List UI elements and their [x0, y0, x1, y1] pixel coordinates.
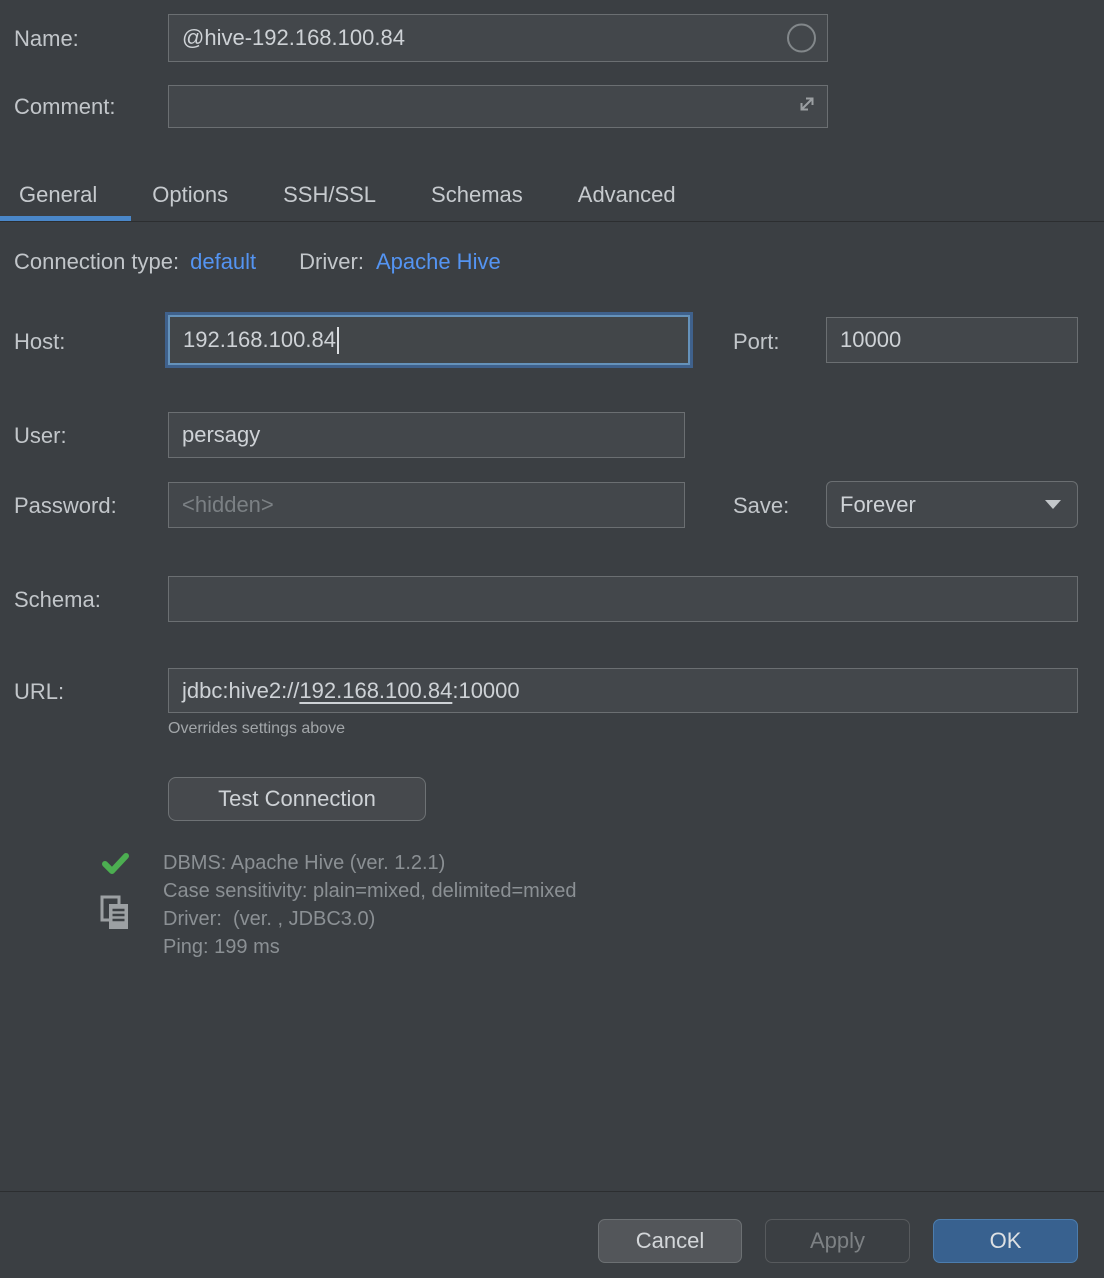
apply-button[interactable]: Apply	[765, 1219, 910, 1263]
driver-label: Driver:	[299, 249, 364, 275]
tab-options[interactable]: Options	[152, 182, 228, 208]
schema-label: Schema:	[14, 587, 101, 613]
result-driver: Driver: (ver. , JDBC3.0)	[163, 905, 577, 933]
comment-label: Comment:	[14, 94, 115, 120]
user-label: User:	[14, 423, 67, 449]
tab-ssh-ssl[interactable]: SSH/SSL	[283, 182, 376, 208]
footer-divider	[0, 1191, 1104, 1192]
save-select[interactable]: Forever	[826, 481, 1078, 528]
copy-icon[interactable]	[100, 895, 130, 936]
save-label: Save:	[733, 493, 789, 519]
name-input[interactable]: @hive-192.168.100.84	[168, 14, 828, 62]
ok-button[interactable]: OK	[933, 1219, 1078, 1263]
host-input[interactable]: 192.168.100.84	[168, 315, 690, 365]
apply-label: Apply	[810, 1228, 865, 1254]
password-placeholder: <hidden>	[182, 492, 274, 518]
tab-advanced[interactable]: Advanced	[578, 182, 676, 208]
host-label: Host:	[14, 329, 65, 355]
test-results: DBMS: Apache Hive (ver. 1.2.1) Case sens…	[163, 849, 577, 961]
tab-schemas[interactable]: Schemas	[431, 182, 523, 208]
name-label: Name:	[14, 26, 79, 52]
port-value: 10000	[840, 327, 901, 353]
tab-bar: General Options SSH/SSL Schemas Advanced	[0, 168, 1104, 221]
tab-general[interactable]: General	[19, 182, 97, 208]
result-dbms: DBMS: Apache Hive (ver. 1.2.1)	[163, 849, 577, 877]
name-value: @hive-192.168.100.84	[182, 25, 405, 51]
circle-icon	[787, 24, 816, 53]
password-label: Password:	[14, 493, 117, 519]
data-source-dialog: Name: @hive-192.168.100.84 Comment: Gene…	[0, 0, 1104, 1278]
url-note: Overrides settings above	[168, 720, 345, 738]
password-input[interactable]: <hidden>	[168, 482, 685, 528]
schema-input[interactable]	[168, 576, 1078, 622]
url-host: 192.168.100.84	[299, 678, 452, 704]
port-input[interactable]: 10000	[826, 317, 1078, 363]
connection-type-row: Connection type: default Driver: Apache …	[14, 249, 501, 275]
url-prefix: jdbc:hive2://	[182, 678, 299, 704]
ok-label: OK	[990, 1228, 1022, 1254]
driver-value[interactable]: Apache Hive	[376, 249, 501, 275]
tabs-divider	[0, 221, 1104, 222]
expand-icon[interactable]	[759, 67, 818, 147]
result-ping: Ping: 199 ms	[163, 933, 577, 961]
test-connection-label: Test Connection	[218, 786, 376, 812]
url-suffix: :10000	[452, 678, 519, 704]
save-value: Forever	[840, 492, 916, 518]
chevron-down-icon	[1045, 500, 1061, 509]
user-value: persagy	[182, 422, 260, 448]
connection-type-label: Connection type:	[14, 249, 179, 275]
result-case-sensitivity: Case sensitivity: plain=mixed, delimited…	[163, 877, 577, 905]
url-input[interactable]: jdbc:hive2://192.168.100.84:10000	[168, 668, 1078, 713]
text-caret	[337, 327, 339, 354]
test-connection-button[interactable]: Test Connection	[168, 777, 426, 821]
success-check-icon	[102, 852, 129, 881]
cancel-label: Cancel	[636, 1228, 704, 1254]
host-value: 192.168.100.84	[183, 327, 336, 353]
cancel-button[interactable]: Cancel	[598, 1219, 742, 1263]
url-label: URL:	[14, 679, 64, 705]
user-input[interactable]: persagy	[168, 412, 685, 458]
comment-input[interactable]	[168, 85, 828, 128]
connection-type-value[interactable]: default	[190, 249, 256, 275]
port-label: Port:	[733, 329, 779, 355]
